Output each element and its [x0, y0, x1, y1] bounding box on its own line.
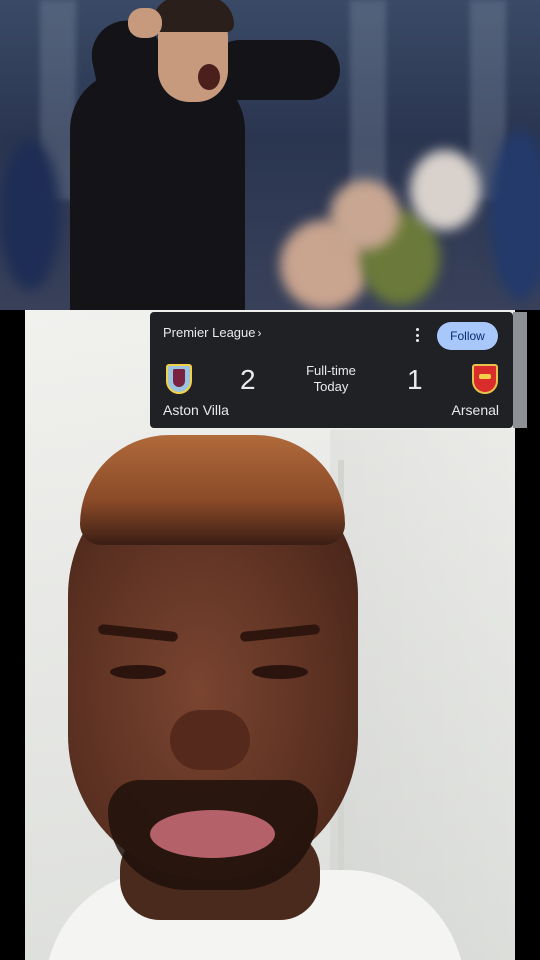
arsenal-crest-icon — [472, 364, 498, 394]
status-today: Today — [313, 379, 349, 394]
status-full-time: Full-time — [306, 363, 356, 378]
away-score: 1 — [407, 364, 423, 395]
match-status: Full-time Today — [290, 363, 372, 395]
stadium-pillar — [350, 0, 386, 200]
crowd-face — [410, 150, 480, 230]
coach-hand — [128, 8, 162, 38]
chevron-right-icon: › — [257, 326, 262, 340]
aston-villa-crest-icon — [166, 364, 192, 394]
person-hair — [80, 435, 345, 545]
person-eye — [110, 665, 166, 679]
match-score-card[interactable]: Premier League › Follow 2 Full-time Today… — [150, 312, 513, 428]
home-team-name[interactable]: Aston Villa — [163, 402, 229, 418]
follow-button[interactable]: Follow — [437, 322, 498, 350]
more-vert-icon[interactable] — [412, 326, 422, 344]
coach-reaction-photo — [0, 0, 540, 310]
coach-mouth — [198, 64, 220, 90]
crowd-face — [330, 180, 400, 250]
crowd-figure — [0, 140, 60, 290]
person-lips — [150, 810, 275, 858]
league-link[interactable]: Premier League › — [163, 325, 262, 340]
person-eye — [252, 665, 308, 679]
person-nose — [170, 710, 250, 770]
league-name: Premier League — [163, 325, 256, 340]
crowd-figure — [490, 130, 540, 300]
score-card-edge — [513, 312, 527, 428]
home-score: 2 — [240, 364, 256, 395]
away-team-name[interactable]: Arsenal — [452, 402, 499, 418]
coach-hair — [152, 0, 234, 32]
coach-body — [70, 70, 245, 310]
